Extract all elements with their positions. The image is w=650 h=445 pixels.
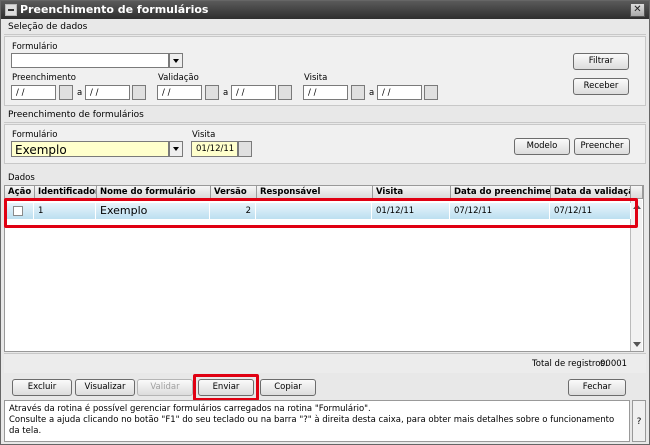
grid-footer: Total de registros: 00001 [4,353,646,373]
selecao-title: Seleção de dados [8,22,88,32]
visita-range-separator: a [369,88,375,98]
window-title: Preenchimento de formulários [20,3,209,16]
formulario-dropdown-icon[interactable] [169,53,183,68]
visita-from-input[interactable]: / / [303,85,348,100]
enviar-highlight-box [193,374,259,401]
validacao-range-separator: a [223,88,229,98]
validacao-to-calendar-button[interactable] [278,85,292,100]
window-menu-icon[interactable] [5,4,17,16]
filtrar-button-label: Filtrar [588,56,614,66]
visita-to-calendar-button[interactable] [424,85,438,100]
preencher-button[interactable]: Preencher [574,138,630,155]
visualizar-button[interactable]: Visualizar [75,379,135,396]
copiar-button[interactable]: Copiar [260,379,316,396]
visualizar-button-label: Visualizar [84,382,126,392]
scroll-down-arrow-icon[interactable] [633,342,641,347]
preench-title: Preenchimento de formulários [8,110,144,120]
receber-button[interactable]: Receber [573,78,629,95]
filter-formulario-label: Formulário [12,42,58,52]
total-label: Total de registros: [532,359,608,369]
filtrar-button[interactable]: Filtrar [573,53,629,70]
modelo-button[interactable]: Modelo [514,138,570,155]
preenchimento-range-separator: a [77,88,83,98]
excluir-button[interactable]: Excluir [12,379,72,396]
close-button[interactable]: ✕ [630,3,645,17]
fechar-button-label: Fechar [582,382,612,392]
visita-to-input[interactable]: / / [377,85,422,100]
validar-button[interactable]: Validar [137,379,193,396]
preenchimento-from-calendar-button[interactable] [59,85,73,100]
visita-from-calendar-button[interactable] [351,85,365,100]
filter-formulario-select[interactable] [11,53,169,68]
preench-formulario-select[interactable]: Exemplo [11,141,169,157]
validar-button-label: Validar [150,382,180,392]
excluir-button-label: Excluir [27,382,57,392]
preench-formulario-dropdown-icon[interactable] [169,141,183,157]
validacao-from-input[interactable]: / / [157,85,202,100]
preench-header: Preenchimento de formulários [4,109,646,123]
dados-title: Dados [8,173,35,183]
validacao-to-input[interactable]: / / [231,85,276,100]
visita-filter-label: Visita [304,73,328,83]
preenchimento-to-calendar-button[interactable] [132,85,146,100]
preencher-button-label: Preencher [580,141,624,151]
help-line-1: Através da rotina é possível gerenciar f… [9,404,371,414]
receber-button-label: Receber [583,81,619,91]
preench-formulario-label: Formulário [12,130,58,140]
selecao-header: Seleção de dados [4,21,646,35]
help-line-2: Consulte a ajuda clicando no botão "F1" … [9,415,615,436]
copiar-button-label: Copiar [274,382,302,392]
preench-visita-label: Visita [192,130,216,140]
total-value: 00001 [600,359,628,369]
row-highlight-box [4,198,638,228]
validacao-from-calendar-button[interactable] [205,85,219,100]
preenchimento-from-input[interactable]: / / [11,85,56,100]
preench-visita-input[interactable]: 01/12/11 [191,141,238,157]
preenchimento-label: Preenchimento [12,73,76,83]
validacao-label: Validação [158,73,199,83]
preenchimento-to-input[interactable]: / / [85,85,130,100]
preench-visita-calendar-button[interactable] [238,141,252,157]
main-window: Preenchimento de formulários ✕ Seleção d… [0,0,650,445]
fechar-button[interactable]: Fechar [568,379,626,396]
help-question-button[interactable]: ? [632,400,646,442]
help-panel: Através da rotina é possível gerenciar f… [4,400,630,442]
modelo-button-label: Modelo [526,141,558,151]
title-bar[interactable]: Preenchimento de formulários ✕ [1,1,649,19]
